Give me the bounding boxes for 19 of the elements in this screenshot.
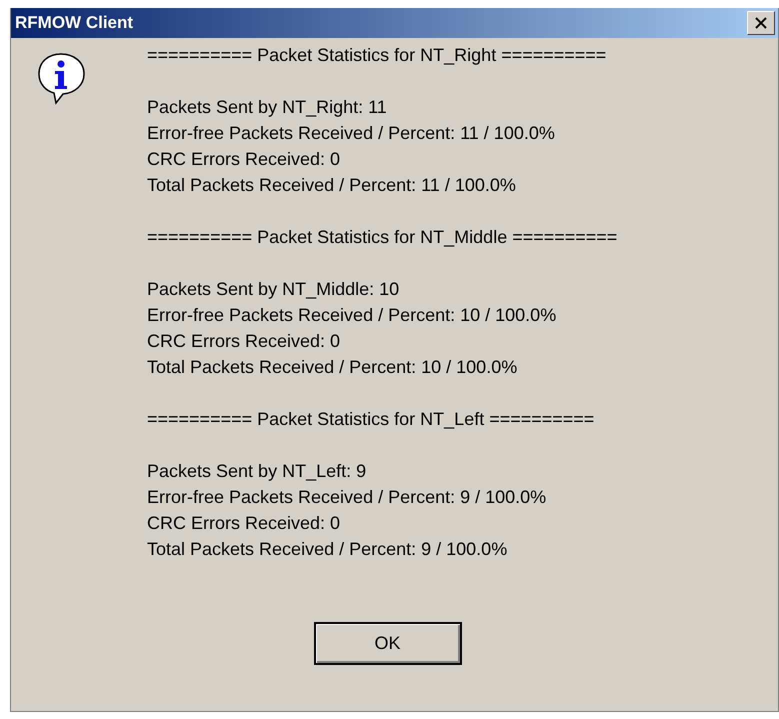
stat-line: Error-free Packets Received / Percent: 11 / 100.0% xyxy=(147,122,556,145)
section-header: ========== Packet Statistics for NT_Middle ========== xyxy=(147,226,618,249)
section-header: ========== Packet Statistics for NT_Right ========== xyxy=(147,44,608,67)
stat-line: Total Packets Received / Percent: 10 / 100.0% xyxy=(147,356,518,379)
stat-line: Packets Sent by NT_Middle: 10 xyxy=(147,278,400,301)
stat-line: Total Packets Received / Percent: 11 / 100.0% xyxy=(147,174,517,197)
stat-line: Packets Sent by NT_Right: 11 xyxy=(147,96,388,119)
stat-line: CRC Errors Received: 0 xyxy=(147,512,342,535)
close-icon xyxy=(754,17,768,29)
section-header: ========== Packet Statistics for NT_Left ========== xyxy=(147,408,596,431)
stat-line: Total Packets Received / Percent: 9 / 100.0% xyxy=(147,538,508,561)
stat-line: Error-free Packets Received / Percent: 9 / 100.0% xyxy=(147,486,548,509)
stat-line: CRC Errors Received: 0 xyxy=(147,330,342,353)
stat-line: CRC Errors Received: 0 xyxy=(147,148,342,171)
window-title: RFMOW Client xyxy=(15,13,134,33)
ok-button[interactable]: OK xyxy=(314,622,462,665)
stat-line: Error-free Packets Received / Percent: 10 / 100.0% xyxy=(147,304,558,327)
close-button[interactable] xyxy=(747,11,775,35)
stat-line: Packets Sent by NT_Left: 9 xyxy=(147,460,368,483)
